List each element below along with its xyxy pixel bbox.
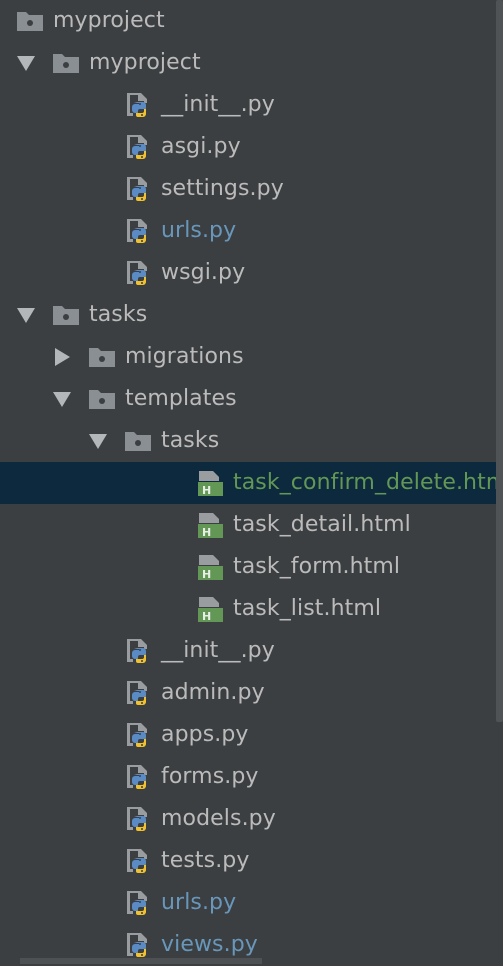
tree-node[interactable]: Htask_form.html xyxy=(0,546,503,588)
tree-node-label: models.py xyxy=(161,806,276,831)
tree-node[interactable]: myproject xyxy=(0,42,503,84)
python-file-icon xyxy=(124,91,152,119)
tree-node-label: task_confirm_delete.html xyxy=(233,470,503,495)
python-file-icon xyxy=(124,637,152,665)
chevron-down-icon[interactable] xyxy=(89,432,107,450)
python-file-icon xyxy=(124,133,152,161)
python-file-icon xyxy=(124,847,152,875)
svg-text:H: H xyxy=(202,526,211,539)
html-file-icon: H xyxy=(196,511,224,539)
chevron-right-icon[interactable] xyxy=(53,348,71,366)
tree-node-label: urls.py xyxy=(161,218,237,243)
tree-node-label: forms.py xyxy=(161,764,259,789)
tree-node-label: migrations xyxy=(125,344,244,369)
tree-node[interactable]: tests.py xyxy=(0,840,503,882)
folder-icon xyxy=(124,427,152,455)
python-file-icon xyxy=(124,679,152,707)
tree-node-label: task_detail.html xyxy=(233,512,411,537)
svg-text:H: H xyxy=(202,568,211,581)
tree-node[interactable]: tasks xyxy=(0,420,503,462)
tree-node[interactable]: Htask_confirm_delete.html xyxy=(0,462,503,504)
tree-node-label: urls.py xyxy=(161,890,237,915)
tree-node[interactable]: urls.py xyxy=(0,210,503,252)
svg-text:H: H xyxy=(202,610,211,623)
python-file-icon xyxy=(124,217,152,245)
tree-node[interactable]: admin.py xyxy=(0,672,503,714)
folder-icon xyxy=(88,343,116,371)
folder-icon xyxy=(52,49,80,77)
vertical-scrollbar[interactable] xyxy=(495,0,503,964)
tree-node-label: myproject xyxy=(89,50,201,75)
vertical-scrollbar-thumb[interactable] xyxy=(496,0,503,722)
tree-node-label: task_form.html xyxy=(233,554,401,579)
html-file-icon: H xyxy=(196,469,224,497)
tree-node[interactable]: settings.py xyxy=(0,168,503,210)
tree-node[interactable]: wsgi.py xyxy=(0,252,503,294)
tree-node[interactable]: tasks xyxy=(0,294,503,336)
tree-node[interactable]: asgi.py xyxy=(0,126,503,168)
tree-node-label: __init__.py xyxy=(161,638,275,663)
tree-node[interactable]: myproject xyxy=(0,0,503,42)
tree-node[interactable]: urls.py xyxy=(0,882,503,924)
tree-node-label: settings.py xyxy=(161,176,284,201)
python-file-icon xyxy=(124,259,152,287)
tree-node[interactable]: migrations xyxy=(0,336,503,378)
tree-node[interactable]: Htask_list.html xyxy=(0,588,503,630)
python-file-icon xyxy=(124,805,152,833)
tree-node-label: templates xyxy=(125,386,237,411)
tree-node[interactable]: __init__.py xyxy=(0,630,503,672)
tree-node[interactable]: forms.py xyxy=(0,756,503,798)
tree-node-label: tasks xyxy=(89,302,148,327)
html-file-icon: H xyxy=(196,553,224,581)
tree-node-label: tests.py xyxy=(161,848,250,873)
tree-node-label: asgi.py xyxy=(161,134,241,159)
tree-node-label: __init__.py xyxy=(161,92,275,117)
python-file-icon xyxy=(124,763,152,791)
folder-icon xyxy=(88,385,116,413)
html-file-icon: H xyxy=(196,595,224,623)
python-file-icon xyxy=(124,175,152,203)
tree-node[interactable]: templates xyxy=(0,378,503,420)
tree-node-label: apps.py xyxy=(161,722,249,747)
tree-node[interactable]: apps.py xyxy=(0,714,503,756)
tree-node-label: myproject xyxy=(53,8,165,33)
folder-icon xyxy=(16,7,44,35)
tree-node[interactable]: models.py xyxy=(0,798,503,840)
chevron-down-icon[interactable] xyxy=(17,306,35,324)
chevron-down-icon[interactable] xyxy=(53,390,71,408)
tree-node[interactable]: Htask_detail.html xyxy=(0,504,503,546)
tree-node-label: task_list.html xyxy=(233,596,382,621)
svg-text:H: H xyxy=(202,484,211,497)
tree-node-label: tasks xyxy=(161,428,220,453)
folder-icon xyxy=(52,301,80,329)
chevron-down-icon[interactable] xyxy=(17,54,35,72)
tree-node[interactable]: __init__.py xyxy=(0,84,503,126)
python-file-icon xyxy=(124,721,152,749)
python-file-icon xyxy=(124,931,152,959)
horizontal-scrollbar-thumb[interactable] xyxy=(20,958,262,964)
tree-node-label: wsgi.py xyxy=(161,260,246,285)
tree-node-label: admin.py xyxy=(161,680,265,705)
python-file-icon xyxy=(124,889,152,917)
